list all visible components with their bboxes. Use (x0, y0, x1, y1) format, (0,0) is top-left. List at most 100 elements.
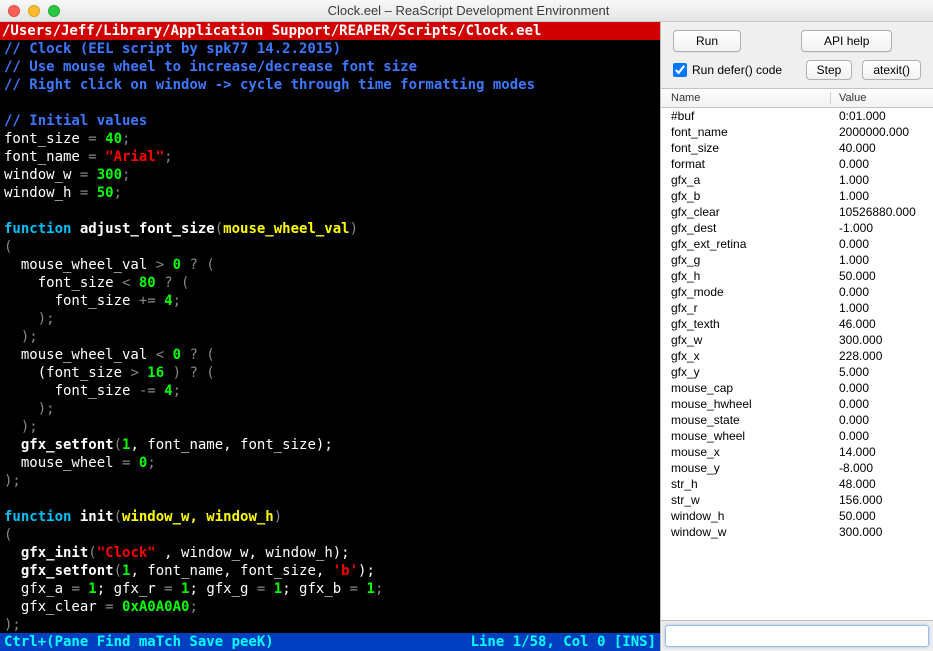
variable-name: gfx_r (661, 301, 831, 315)
variable-row[interactable]: gfx_b1.000 (661, 188, 933, 204)
variable-row[interactable]: gfx_h50.000 (661, 268, 933, 284)
variable-row[interactable]: gfx_w300.000 (661, 332, 933, 348)
defer-checkbox[interactable]: Run defer() code (673, 63, 782, 77)
variable-name: gfx_dest (661, 221, 831, 235)
variable-value: 300.000 (831, 333, 933, 347)
button-row: Run API help (661, 22, 933, 56)
variable-name: gfx_g (661, 253, 831, 267)
variable-row[interactable]: gfx_x228.000 (661, 348, 933, 364)
variable-value: 0.000 (831, 413, 933, 427)
variable-name: gfx_y (661, 365, 831, 379)
variable-name: font_size (661, 141, 831, 155)
variable-row[interactable]: gfx_texth46.000 (661, 316, 933, 332)
variable-name: mouse_x (661, 445, 831, 459)
variable-name: gfx_h (661, 269, 831, 283)
code-editor[interactable]: /Users/Jeff/Library/Application Support/… (0, 22, 660, 651)
run-button[interactable]: Run (673, 30, 741, 52)
variable-row[interactable]: gfx_y5.000 (661, 364, 933, 380)
variable-name: mouse_y (661, 461, 831, 475)
variable-name: window_w (661, 525, 831, 539)
variable-value: 48.000 (831, 477, 933, 491)
variable-value: 0.000 (831, 237, 933, 251)
variable-name: mouse_wheel (661, 429, 831, 443)
variable-name: gfx_a (661, 173, 831, 187)
options-row: Run defer() code Step atexit() (661, 56, 933, 88)
titlebar: Clock.eel – ReaScript Development Enviro… (0, 0, 933, 22)
variable-name: font_name (661, 125, 831, 139)
variable-name: gfx_texth (661, 317, 831, 331)
sidebar: Run API help Run defer() code Step atexi… (660, 22, 933, 651)
variable-name: gfx_ext_retina (661, 237, 831, 251)
variable-value: 46.000 (831, 317, 933, 331)
header-name[interactable]: Name (661, 92, 831, 104)
variable-value: 0.000 (831, 285, 933, 299)
variable-row[interactable]: format0.000 (661, 156, 933, 172)
variable-row[interactable]: str_h48.000 (661, 476, 933, 492)
variable-row[interactable]: mouse_x14.000 (661, 444, 933, 460)
variable-row[interactable]: mouse_cap0.000 (661, 380, 933, 396)
variable-name: mouse_state (661, 413, 831, 427)
step-button[interactable]: Step (806, 60, 853, 80)
defer-label: Run defer() code (692, 63, 782, 77)
atexit-button[interactable]: atexit() (862, 60, 921, 80)
variables-header: Name Value (661, 88, 933, 108)
variable-row[interactable]: mouse_y-8.000 (661, 460, 933, 476)
variable-name: mouse_cap (661, 381, 831, 395)
variable-value: 40.000 (831, 141, 933, 155)
file-path: /Users/Jeff/Library/Application Support/… (0, 22, 660, 40)
variable-row[interactable]: gfx_dest-1.000 (661, 220, 933, 236)
variable-value: 2000000.000 (831, 125, 933, 139)
header-value[interactable]: Value (831, 92, 933, 104)
variable-value: 50.000 (831, 269, 933, 283)
variable-name: str_w (661, 493, 831, 507)
status-left: Ctrl+(Pane Find maTch Save peeK) (4, 633, 274, 651)
variable-row[interactable]: #buf0:01.000 (661, 108, 933, 124)
variable-value: -8.000 (831, 461, 933, 475)
status-bar: Ctrl+(Pane Find maTch Save peeK) Line 1/… (0, 633, 660, 651)
variable-value: 5.000 (831, 365, 933, 379)
variable-name: gfx_b (661, 189, 831, 203)
variable-value: 0.000 (831, 157, 933, 171)
variable-row[interactable]: gfx_ext_retina0.000 (661, 236, 933, 252)
variables-list[interactable]: #buf0:01.000font_name2000000.000font_siz… (661, 108, 933, 620)
variable-value: 0.000 (831, 429, 933, 443)
variable-name: gfx_w (661, 333, 831, 347)
window-title: Clock.eel – ReaScript Development Enviro… (12, 3, 925, 18)
variable-name: format (661, 157, 831, 171)
variable-name: #buf (661, 109, 831, 123)
variable-row[interactable]: mouse_state0.000 (661, 412, 933, 428)
variable-row[interactable]: str_w156.000 (661, 492, 933, 508)
status-right: Line 1/58, Col 0 [INS] (471, 633, 656, 651)
variable-name: window_h (661, 509, 831, 523)
variable-row[interactable]: gfx_mode0.000 (661, 284, 933, 300)
variable-name: str_h (661, 477, 831, 491)
variable-value: 1.000 (831, 189, 933, 203)
variable-value: 1.000 (831, 173, 933, 187)
command-input[interactable] (665, 625, 929, 647)
variable-row[interactable]: font_name2000000.000 (661, 124, 933, 140)
variable-row[interactable]: window_w300.000 (661, 524, 933, 540)
variable-value: 10526880.000 (831, 205, 933, 219)
variable-value: 14.000 (831, 445, 933, 459)
variable-row[interactable]: window_h50.000 (661, 508, 933, 524)
variable-row[interactable]: gfx_a1.000 (661, 172, 933, 188)
variable-value: 156.000 (831, 493, 933, 507)
variable-value: 0.000 (831, 397, 933, 411)
api-help-button[interactable]: API help (801, 30, 892, 52)
variable-row[interactable]: gfx_g1.000 (661, 252, 933, 268)
variable-value: 300.000 (831, 525, 933, 539)
variable-value: 228.000 (831, 349, 933, 363)
variable-row[interactable]: gfx_r1.000 (661, 300, 933, 316)
variable-name: gfx_clear (661, 205, 831, 219)
variable-value: 0.000 (831, 381, 933, 395)
variable-row[interactable]: mouse_wheel0.000 (661, 428, 933, 444)
defer-checkbox-input[interactable] (673, 63, 687, 77)
variable-name: gfx_mode (661, 285, 831, 299)
code-area[interactable]: // Clock (EEL script by spk77 14.2.2015)… (0, 40, 660, 633)
variable-row[interactable]: gfx_clear10526880.000 (661, 204, 933, 220)
variable-value: 0:01.000 (831, 109, 933, 123)
variable-value: -1.000 (831, 221, 933, 235)
variable-value: 1.000 (831, 301, 933, 315)
variable-row[interactable]: mouse_hwheel0.000 (661, 396, 933, 412)
variable-row[interactable]: font_size40.000 (661, 140, 933, 156)
